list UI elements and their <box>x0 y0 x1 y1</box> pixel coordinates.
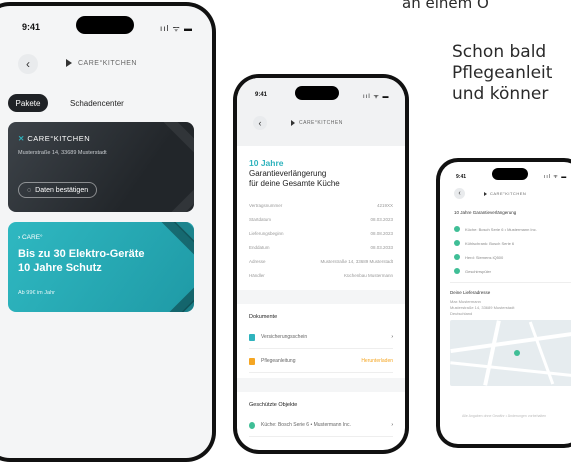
map-road <box>483 320 501 386</box>
map-road <box>450 330 571 354</box>
package-card[interactable]: ✕ CARE°KITCHEN Musterstraße 14, 33689 Mu… <box>8 122 194 212</box>
check-icon <box>454 254 460 260</box>
address-line: Deutschland <box>450 311 473 316</box>
map-road <box>450 361 571 378</box>
confirm-data-button[interactable]: ◌ Daten bestätigen <box>18 182 98 198</box>
card-address: Musterstraße 14, 33689 Musterstadt <box>18 150 107 156</box>
play-icon <box>484 191 487 196</box>
documents-title: Dokumente <box>249 314 278 320</box>
document-item-insurance[interactable]: Versicherungsschein › <box>249 326 393 349</box>
status-time: 9:41 <box>456 174 467 180</box>
check-item: Herd: Siemens iQ500 <box>454 254 503 260</box>
phone-screen: 9:41 ııl ᯤ ▬ ‹ CARE°KITCHEN 10 Jahre Gar… <box>440 162 571 444</box>
divider <box>450 282 571 283</box>
back-button[interactable]: ‹ <box>18 54 38 74</box>
decor-chevron <box>99 122 194 212</box>
check-icon <box>454 240 460 246</box>
brand-logo: CARE°KITCHEN <box>66 59 137 67</box>
map-pin-icon <box>514 350 520 356</box>
play-icon <box>66 59 72 67</box>
tab-pakete[interactable]: Pakete <box>8 94 48 112</box>
title-years: 10 Jahre <box>249 158 284 168</box>
status-icons: ııl ᯤ ▬ <box>363 94 390 100</box>
phone-mockup-contract: 9:41 ııl ᯤ ▬ ‹ CARE°KITCHEN 10 Jahre Gar… <box>233 74 409 454</box>
address-title: Deine Lieferadresse <box>450 290 491 295</box>
download-link[interactable]: Herunterladen <box>361 358 393 364</box>
document-icon <box>249 333 255 341</box>
bg-text-line: an einem O <box>402 0 489 12</box>
chevron-right-icon: › <box>391 422 393 428</box>
phone-mockup-packages: 9:41 ııl ᯤ ▬ ‹ CARE°KITCHEN Pakete Schad… <box>0 2 216 462</box>
brand-logo: CARE°KITCHEN <box>291 120 343 126</box>
phone-screen: 9:41 ııl ᯤ ▬ ‹ CARE°KITCHEN Pakete Schad… <box>0 6 212 458</box>
chevron-left-icon: ‹ <box>458 190 461 197</box>
section-header: 10 Jahre Garantieverlängerung <box>454 210 517 215</box>
check-icon <box>454 226 460 232</box>
document-icon <box>249 357 255 365</box>
address-line: Max Mustermann <box>450 299 481 304</box>
back-button[interactable]: ‹ <box>253 116 267 130</box>
check-item: Küche: Bosch Serie 6 • Mustermann Inc. <box>454 226 537 232</box>
detail-row: Vertragsnummer 4219XX <box>249 203 393 208</box>
detail-row: Enddatum 08.03.2033 <box>249 245 393 250</box>
detail-row: Startdatum 08.03.2023 <box>249 217 393 222</box>
dynamic-island <box>295 86 339 100</box>
protected-object-item[interactable]: Küche: Bosch Serie 6 • Mustermann Inc. › <box>249 414 393 437</box>
map-road <box>528 321 555 385</box>
footer-note: Alle Angaben ohne Gewähr • Änderungen vo… <box>462 414 547 418</box>
detail-row: Adresse Musterstraße 14, 33689 Musterstad… <box>249 259 393 264</box>
dynamic-island <box>492 168 528 180</box>
section-divider <box>237 378 405 392</box>
refresh-icon: ◌ <box>27 186 32 194</box>
status-time: 9:41 <box>255 92 268 98</box>
check-icon <box>454 268 460 274</box>
protected-objects-title: Geschützte Objekte <box>249 402 298 408</box>
document-item-care[interactable]: Pflegeanleitung Herunterladen <box>249 350 393 373</box>
play-icon <box>291 120 295 126</box>
check-item: Kühlschrank: Bosch Serie 6 <box>454 240 514 246</box>
dynamic-island <box>76 16 134 34</box>
title-line-3: für deine Gesamte Küche <box>249 179 340 188</box>
back-button[interactable]: ‹ <box>454 188 465 199</box>
tab-schadencenter[interactable]: Schadencenter <box>70 99 124 108</box>
brand-logo: CARE°KITCHEN <box>484 191 526 196</box>
address-line: Musterstraße 14, 33689 Musterstadt <box>450 305 515 310</box>
decor-chevron <box>109 222 194 312</box>
promo-headline-1: Bis zu 30 Elektro-Geräte <box>18 248 145 260</box>
title-line-2: Garantieverlängerung <box>249 169 327 178</box>
status-icons: ııl ᯤ ▬ <box>160 24 193 33</box>
status-icons: ııl ᯤ ▬ <box>544 174 568 180</box>
chevron-left-icon: ‹ <box>26 57 30 71</box>
chevron-left-icon: ‹ <box>258 118 262 128</box>
promo-price: Ab 99€ im Jahr <box>18 290 55 296</box>
promo-headline-2: 10 Jahre Schutz <box>18 262 102 274</box>
phone-screen: 9:41 ııl ᯤ ▬ ‹ CARE°KITCHEN 10 Jahre Gar… <box>237 78 405 450</box>
section-divider <box>237 290 405 304</box>
phone-mockup-address: 9:41 ııl ᯤ ▬ ‹ CARE°KITCHEN 10 Jahre Gar… <box>436 158 571 448</box>
card-logo: ✕ CARE°KITCHEN <box>18 134 91 143</box>
detail-row: Lieferungsbeginn 08.08.2023 <box>249 231 393 236</box>
promo-card[interactable]: › CARE° Bis zu 30 Elektro-Geräte 10 Jahr… <box>8 222 194 312</box>
bg-text-paragraph: Schon bald Pflegeanleit und könner <box>452 42 553 104</box>
promo-logo: › CARE° <box>18 234 43 241</box>
chevron-right-icon: › <box>391 334 393 340</box>
check-item: Geschirrspüler <box>454 268 491 274</box>
address-map[interactable] <box>450 320 571 386</box>
status-time: 9:41 <box>22 22 41 32</box>
detail-row: Händler Küchenbau Mustermann <box>249 273 393 278</box>
check-icon <box>249 421 255 429</box>
